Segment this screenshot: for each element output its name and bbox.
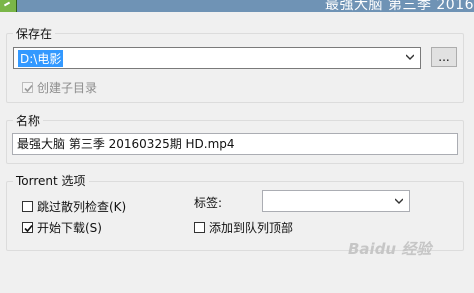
window-title: 最强大脑 第三季 20160 [325,0,474,12]
start-download-label: 开始下载(S) [37,221,102,235]
create-subdir-label: 创建子目录 [37,81,98,95]
check-icon [24,84,33,93]
filename-input[interactable]: 最强大脑 第三季 20160325期 HD.mp4 [12,133,458,155]
add-to-top-checkbox[interactable]: 添加到队列顶部 [194,219,293,236]
add-to-top-box[interactable] [194,222,205,233]
save-path-combo[interactable]: D:\电影 [13,47,421,69]
start-download-checkbox[interactable]: 开始下载(S) [22,219,102,236]
create-subdir-box[interactable] [22,82,33,93]
torrent-options-legend: Torrent 选项 [13,172,89,189]
title-bar: 最强大脑 第三季 20160 [0,0,474,12]
start-download-box[interactable] [22,222,33,233]
browse-button[interactable]: ... [431,47,457,67]
skip-hash-label: 跳过散列检查(K) [37,200,127,214]
watermark-text: Baidu 经验 [348,240,432,258]
save-path-value[interactable]: D:\电影 [18,50,64,67]
create-subdir-checkbox[interactable]: 创建子目录 [22,79,97,96]
skip-hash-box[interactable] [22,201,33,212]
chevron-down-icon[interactable] [395,197,403,205]
tag-label: 标签: [194,196,223,210]
add-to-top-label: 添加到队列顶部 [209,221,294,235]
tag-select[interactable] [262,190,410,212]
baidu-watermark: Baidu 经验 [348,238,431,259]
save-location-legend: 保存在 [13,25,56,42]
chevron-down-icon[interactable] [406,53,414,61]
app-icon [0,0,17,12]
name-legend: 名称 [13,112,44,129]
bottom-edge [0,286,474,293]
skip-hash-checkbox[interactable]: 跳过散列检查(K) [22,198,126,215]
check-icon [24,224,33,233]
